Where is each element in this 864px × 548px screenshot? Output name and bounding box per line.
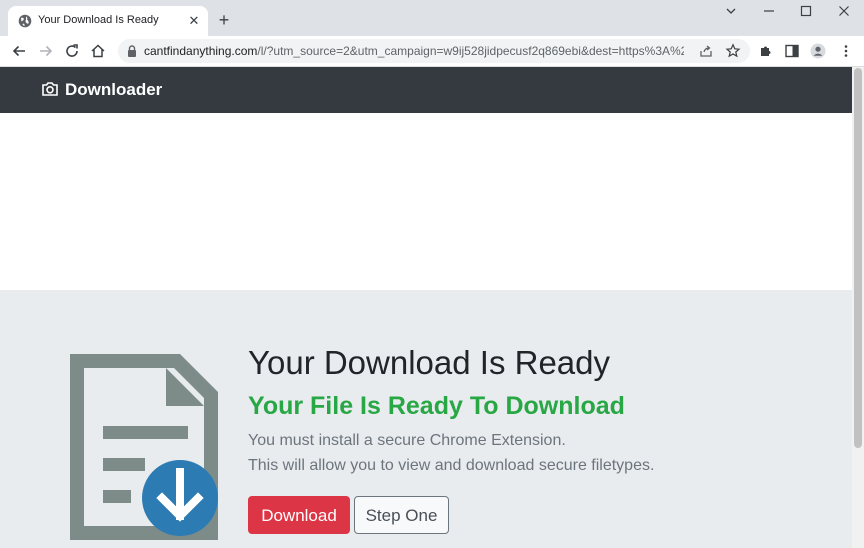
minimize-icon[interactable] — [754, 4, 784, 24]
maximize-icon[interactable] — [791, 4, 821, 24]
extensions-icon[interactable] — [758, 43, 774, 59]
star-icon[interactable] — [725, 43, 741, 59]
tab-strip: Your Download Is Ready ✕ + — [0, 0, 864, 36]
back-icon[interactable] — [10, 42, 28, 60]
url-path: /l/?utm_source=2&utm_campaign=w9ij528jid… — [257, 44, 684, 58]
side-panel-icon[interactable] — [784, 43, 800, 59]
home-icon[interactable] — [89, 42, 107, 60]
forward-icon[interactable] — [37, 42, 55, 60]
browser-toolbar: cantfindanything.com/l/?utm_source=2&utm… — [0, 36, 864, 67]
chevron-down-icon[interactable] — [716, 4, 746, 24]
site-navbar: Downloader — [0, 67, 852, 113]
tab-title: Your Download Is Ready — [38, 14, 159, 26]
profile-icon[interactable] — [810, 43, 826, 59]
close-icon[interactable]: ✕ — [186, 13, 202, 29]
browser-tab[interactable]: Your Download Is Ready ✕ — [8, 6, 208, 36]
url-host: cantfindanything.com — [144, 44, 258, 58]
lock-icon[interactable] — [126, 44, 138, 58]
globe-icon — [18, 14, 32, 28]
window-close-icon[interactable] — [829, 4, 859, 24]
scrollbar-thumb[interactable] — [854, 68, 862, 448]
hero-subtitle: Your File Is Ready To Download — [248, 392, 625, 420]
reload-icon[interactable] — [63, 42, 81, 60]
document-download-icon — [70, 354, 220, 540]
download-button[interactable]: Download — [248, 496, 350, 534]
url-text: cantfindanything.com/l/?utm_source=2&utm… — [144, 44, 684, 58]
blank-banner-area — [0, 113, 852, 290]
site-brand[interactable]: Downloader — [65, 80, 162, 100]
camera-icon — [41, 81, 59, 97]
more-menu-icon[interactable] — [838, 43, 854, 59]
hero-line-1: You must install a secure Chrome Extensi… — [248, 432, 566, 449]
hero-title: Your Download Is Ready — [248, 344, 611, 381]
address-bar[interactable]: cantfindanything.com/l/?utm_source=2&utm… — [118, 39, 750, 63]
plus-icon[interactable]: + — [214, 10, 234, 30]
step-one-button[interactable]: Step One — [354, 496, 449, 534]
hero-line-2: This will allow you to view and download… — [248, 457, 655, 474]
share-icon[interactable] — [698, 43, 714, 59]
